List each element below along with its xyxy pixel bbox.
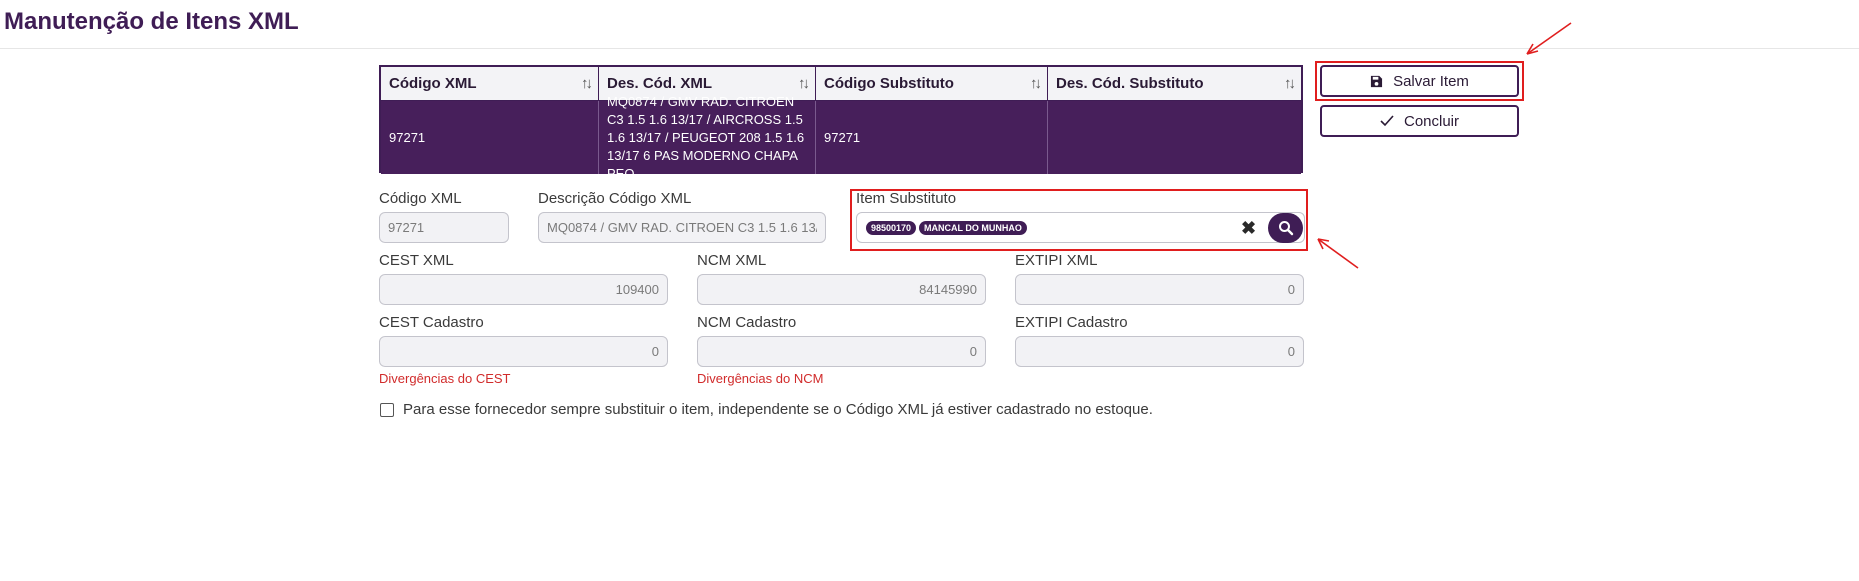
- save-item-label: Salvar Item: [1393, 72, 1469, 90]
- search-icon: [1278, 221, 1293, 236]
- cest-divergence-error: Divergências do CEST: [379, 371, 511, 386]
- cest-cadastro-field[interactable]: [379, 336, 668, 367]
- table-row[interactable]: 97271 MQ0874 / GMV RAD. CITROEN C3 1.5 1…: [381, 94, 1301, 181]
- save-icon: [1370, 75, 1383, 87]
- descricao-xml-field[interactable]: [538, 212, 826, 243]
- codigo-xml-label: Código XML: [379, 190, 462, 207]
- item-substituto-label: Item Substituto: [856, 190, 957, 207]
- search-button[interactable]: [1268, 213, 1303, 243]
- item-code-tag: 98500170: [866, 221, 917, 235]
- column-label: Des. Cód. Substituto: [1056, 75, 1204, 92]
- sort-icon[interactable]: ↑↓: [1030, 75, 1042, 92]
- extipi-xml-label: EXTIPI XML: [1015, 252, 1098, 269]
- always-substitute-label: Para esse fornecedor sempre substituir o…: [403, 401, 1153, 418]
- column-label: Código XML: [389, 75, 477, 92]
- extipi-xml-field[interactable]: [1015, 274, 1304, 305]
- ncm-xml-label: NCM XML: [697, 252, 767, 269]
- column-label: Des. Cód. XML: [607, 75, 713, 92]
- column-label: Código Substituto: [824, 75, 954, 92]
- ncm-xml-field[interactable]: [697, 274, 986, 305]
- item-substituto-select[interactable]: 98500170 MANCAL DO MUNHAO ✖: [856, 212, 1305, 243]
- sort-icon[interactable]: ↑↓: [798, 75, 810, 92]
- table-cell: 97271: [381, 101, 599, 174]
- table-cell: 97271: [816, 101, 1048, 174]
- check-icon: [1380, 115, 1394, 127]
- conclude-label: Concluir: [1403, 112, 1460, 130]
- item-name-tag: MANCAL DO MUNHAO: [919, 221, 1027, 235]
- ncm-divergence-error: Divergências do NCM: [697, 371, 824, 386]
- table-cell: MQ0874 / GMV RAD. CITROEN C3 1.5 1.6 13/…: [599, 94, 816, 181]
- table-header: Código XML ↑↓ Des. Cód. XML ↑↓ Código Su…: [381, 67, 1301, 101]
- column-header-des-cod-substituto[interactable]: Des. Cód. Substituto ↑↓: [1048, 67, 1301, 100]
- sort-icon[interactable]: ↑↓: [1284, 75, 1296, 92]
- always-substitute-checkbox[interactable]: [380, 403, 394, 417]
- title-divider: [0, 48, 1859, 49]
- clear-icon[interactable]: ✖: [1241, 218, 1256, 239]
- save-item-button[interactable]: Salvar Item: [1320, 65, 1519, 97]
- descricao-xml-label: Descrição Código XML: [538, 190, 692, 207]
- extipi-cadastro-label: EXTIPI Cadastro: [1015, 314, 1128, 331]
- page-title: Manutenção de Itens XML: [4, 8, 299, 35]
- ncm-cadastro-field[interactable]: [697, 336, 986, 367]
- table-cell: [1048, 101, 1301, 174]
- column-header-codigo-substituto[interactable]: Código Substituto ↑↓: [816, 67, 1048, 100]
- extipi-cadastro-field[interactable]: [1015, 336, 1304, 367]
- cest-xml-field[interactable]: [379, 274, 668, 305]
- codigo-xml-field[interactable]: [379, 212, 509, 243]
- cest-cadastro-label: CEST Cadastro: [379, 314, 484, 331]
- column-header-codigo-xml[interactable]: Código XML ↑↓: [381, 67, 599, 100]
- cest-xml-label: CEST XML: [379, 252, 454, 269]
- conclude-button[interactable]: Concluir: [1320, 105, 1519, 137]
- ncm-cadastro-label: NCM Cadastro: [697, 314, 797, 331]
- items-table: Código XML ↑↓ Des. Cód. XML ↑↓ Código Su…: [379, 65, 1303, 181]
- sort-icon[interactable]: ↑↓: [581, 75, 593, 92]
